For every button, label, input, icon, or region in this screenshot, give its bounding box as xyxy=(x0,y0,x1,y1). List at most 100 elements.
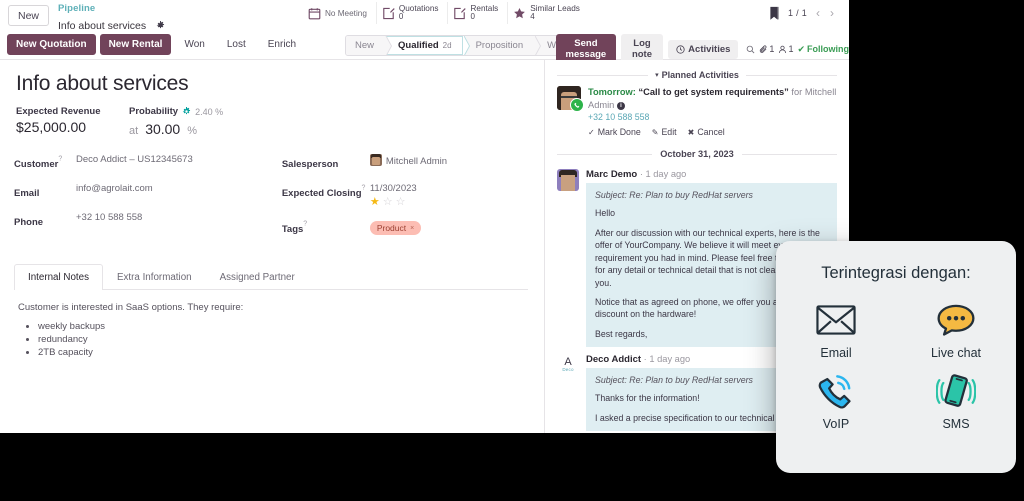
field-phone-value[interactable]: +32 10 588 558 xyxy=(76,211,142,223)
following-toggle[interactable]: ✔ Following xyxy=(797,44,849,55)
overlay-item-sms[interactable]: SMS xyxy=(896,370,1016,431)
email-icon xyxy=(816,299,856,341)
tab-internal-notes[interactable]: Internal Notes xyxy=(14,264,103,290)
followers-counter[interactable]: 1 xyxy=(778,44,793,54)
calendar-icon xyxy=(308,7,321,20)
pager-next-button[interactable]: › xyxy=(829,7,835,19)
breadcrumb-parent-link[interactable]: Pipeline xyxy=(58,3,165,15)
stage-qualified-duration: 2d xyxy=(442,41,452,50)
new-record-button[interactable]: New xyxy=(8,5,50,26)
rental-icon xyxy=(453,7,467,20)
form-view: Info about services Expected Revenue $25… xyxy=(0,60,544,433)
search-icon[interactable] xyxy=(746,45,755,54)
check-icon: ✓ xyxy=(588,127,595,137)
required-marker: ? xyxy=(361,184,366,192)
message-time: · 1 day ago xyxy=(643,354,691,365)
new-rental-button[interactable]: New Rental xyxy=(99,34,172,55)
avatar xyxy=(557,86,584,112)
avatar xyxy=(557,169,579,192)
record-action-buttons: New Quotation New Rental Won Lost Enrich xyxy=(7,34,306,55)
stat-button-quotations-value: 0 xyxy=(398,12,404,22)
cross-icon: ✖ xyxy=(687,127,695,137)
overlay-item-email[interactable]: Email xyxy=(776,299,896,360)
paperclip-icon xyxy=(759,44,768,54)
following-label: Following xyxy=(807,44,849,54)
star-icon-1[interactable]: ★ xyxy=(370,197,380,208)
clock-icon xyxy=(676,44,685,54)
stat-button-similar-leads[interactable]: Similar Leads 4 xyxy=(508,2,589,24)
phone-icon xyxy=(570,98,584,112)
quotation-icon xyxy=(382,7,395,20)
field-customer-label-wrap: Customer? xyxy=(14,153,76,172)
probability-unit: % xyxy=(187,125,198,137)
list-item: weekly backups xyxy=(38,321,524,332)
stat-button-rentals-text: Rentals 0 xyxy=(470,4,498,22)
cancel-activity-label: Cancel xyxy=(697,127,725,138)
user-icon xyxy=(778,45,787,54)
field-salesperson-value-wrap[interactable]: Mitchell Admin xyxy=(369,153,447,167)
planned-activities-label-wrap[interactable]: ▾ Planned Activities xyxy=(655,70,739,80)
mark-won-button[interactable]: Won xyxy=(175,34,214,55)
chatter-meta: 1 1 ✔ Following xyxy=(746,44,849,55)
stat-button-rentals[interactable]: Rentals 0 xyxy=(448,2,509,25)
activity-item: Tomorrow: “Call to get system requiremen… xyxy=(545,84,849,137)
stat-button-quotations[interactable]: Quotations 0 xyxy=(377,2,449,25)
cancel-activity-button[interactable]: ✖ Cancel xyxy=(688,127,725,137)
expected-revenue-value[interactable]: $25,000.00 xyxy=(16,119,129,135)
overlay-item-live-chat[interactable]: Live chat xyxy=(896,299,1016,360)
probability-value[interactable]: 30.00 xyxy=(145,121,180,137)
probability-label: Probability xyxy=(129,106,179,117)
field-expected-closing-value[interactable]: 11/30/2023 xyxy=(370,182,417,194)
page-title: Info about services xyxy=(16,72,189,95)
star-icon-3[interactable]: ☆ xyxy=(396,197,406,208)
activity-phone[interactable]: +32 10 588 558 xyxy=(588,112,837,122)
tag-chip[interactable]: Product × xyxy=(369,221,422,235)
mark-lost-button[interactable]: Lost xyxy=(217,34,255,55)
stage-qualified[interactable]: Qualified 2d xyxy=(385,36,470,55)
stat-button-similar-leads-text: Similar Leads 4 xyxy=(530,4,580,22)
pencil-icon: ✎ xyxy=(651,127,659,137)
list-item: redundancy xyxy=(38,334,524,345)
field-email-value[interactable]: info@agrolait.com xyxy=(76,182,153,194)
overlay-item-voip[interactable]: VoIP xyxy=(776,370,896,431)
form-column-right: Salesperson Mitchell Admin Expected Clos… xyxy=(282,153,528,247)
gear-icon[interactable] xyxy=(156,20,165,30)
screenshot-stage: New Pipeline Info about services No Meet… xyxy=(0,0,1024,501)
info-icon[interactable]: i xyxy=(616,101,625,110)
pager-previous-button[interactable]: ‹ xyxy=(815,7,821,19)
field-salesperson: Salesperson Mitchell Admin xyxy=(282,153,528,172)
notebook-page-internal-notes[interactable]: Customer is interested in SaaS options. … xyxy=(14,290,528,358)
tab-assigned-partner[interactable]: Assigned Partner xyxy=(206,264,309,290)
close-icon[interactable]: × xyxy=(410,225,414,232)
star-icon-2[interactable]: ☆ xyxy=(383,197,393,208)
overlay-item-sms-label: SMS xyxy=(942,417,970,431)
edit-activity-button[interactable]: ✎ Edit xyxy=(652,127,677,137)
mark-done-button[interactable]: ✓ Mark Done xyxy=(588,127,641,137)
field-expected-closing-value-wrap: 11/30/2023 ★ ☆ ☆ xyxy=(370,182,417,208)
expected-revenue-label: Expected Revenue xyxy=(16,106,101,117)
integrations-overlay-card: Terintegrasi dengan: Email Live chat VoI… xyxy=(776,241,1016,473)
message-header: Marc Demo · 1 day ago xyxy=(586,169,837,180)
priority-stars[interactable]: ★ ☆ ☆ xyxy=(370,197,417,208)
bookmark-icon[interactable] xyxy=(769,6,780,20)
field-customer-value[interactable]: Deco Addict – US12345673 xyxy=(76,153,193,165)
field-tags: Tags? Product × xyxy=(282,218,528,237)
message-author: Deco Addict xyxy=(586,354,642,366)
attachment-counter[interactable]: 1 xyxy=(759,44,774,54)
mark-done-label: Mark Done xyxy=(597,127,641,138)
enrich-button[interactable]: Enrich xyxy=(258,34,306,55)
stat-button-similar-leads-label: Similar Leads xyxy=(530,4,580,13)
stage-new[interactable]: New xyxy=(346,36,393,55)
tab-extra-information[interactable]: Extra Information xyxy=(103,264,206,290)
control-panel-top: New Pipeline Info about services No Meet… xyxy=(0,0,849,32)
stat-button-meeting[interactable]: No Meeting xyxy=(303,2,377,25)
new-quotation-button[interactable]: New Quotation xyxy=(7,34,96,55)
field-tags-label-wrap: Tags? xyxy=(282,218,370,237)
sms-icon xyxy=(936,370,976,412)
field-phone-label: Phone xyxy=(14,217,44,228)
gear-icon[interactable] xyxy=(182,107,191,116)
notebook: Internal Notes Extra Information Assigne… xyxy=(14,263,528,358)
activities-button[interactable]: Activities xyxy=(668,39,739,59)
stat-button-rentals-value: 0 xyxy=(470,12,475,22)
stage-proposition[interactable]: Proposition xyxy=(462,36,542,55)
